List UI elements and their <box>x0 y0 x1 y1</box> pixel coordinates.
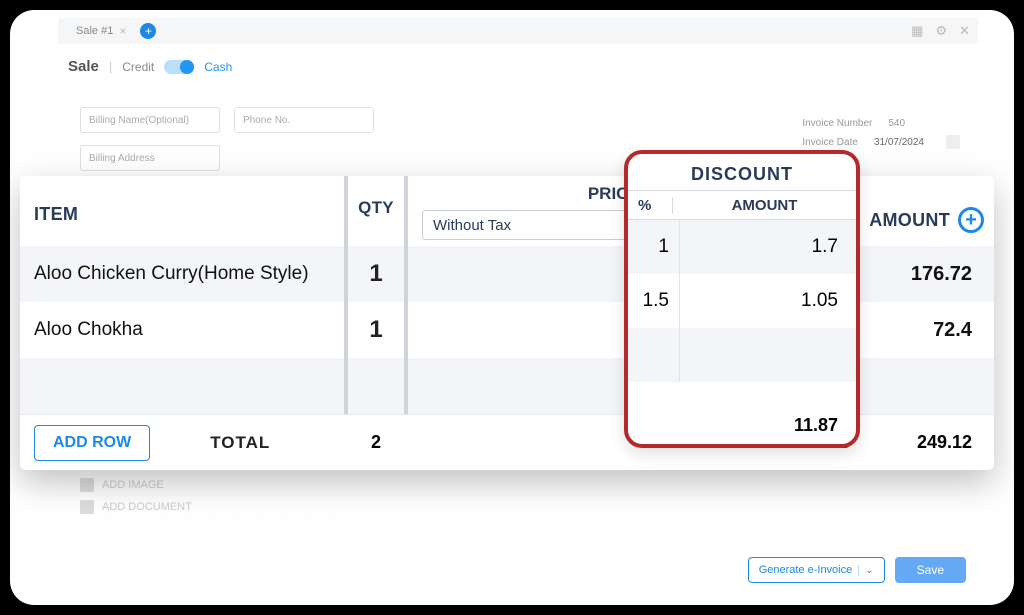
discount-pct[interactable]: 1 <box>628 220 680 274</box>
invoice-number-value[interactable]: 540 <box>888 118 905 129</box>
discount-pct[interactable]: 1.5 <box>628 274 680 328</box>
phone-input[interactable]: Phone No. <box>234 107 374 133</box>
discount-amount-header: AMOUNT <box>672 197 856 214</box>
discount-amount[interactable]: 1.05 <box>680 290 856 312</box>
credit-label: Credit <box>122 60 154 74</box>
invoice-date-label: Invoice Date <box>802 137 858 148</box>
item-qty[interactable] <box>344 358 408 414</box>
item-name: Aloo Chokha <box>20 319 344 341</box>
discount-total: 11.87 <box>794 415 838 436</box>
generate-einvoice-button[interactable]: Generate e-Invoice ⌄ <box>748 557 885 583</box>
discount-title: DISCOUNT <box>628 154 856 190</box>
billing-address-input[interactable]: Billing Address <box>80 145 220 171</box>
add-row-button[interactable]: ADD ROW <box>34 425 150 461</box>
item-amount: 176.72 <box>864 263 994 286</box>
close-tab-icon[interactable]: × <box>119 24 126 38</box>
footer-actions: Generate e-Invoice ⌄ Save <box>748 557 966 583</box>
add-column-button[interactable]: + <box>958 207 984 233</box>
discount-callout: DISCOUNT % AMOUNT 1 1.7 1.5 1.05 11.87 <box>624 150 860 448</box>
sale-tab[interactable]: Sale #1 × <box>70 24 132 38</box>
decorative-dots: · · · · · · · · · · ·· · · · · · · · · ·… <box>110 508 372 572</box>
total-qty: 2 <box>344 432 408 453</box>
item-name: Aloo Chicken Curry(Home Style) <box>20 263 344 285</box>
item-qty[interactable]: 1 <box>344 246 408 302</box>
chevron-down-icon[interactable]: ⌄ <box>858 565 873 576</box>
total-label: TOTAL <box>210 433 270 453</box>
calendar-icon[interactable] <box>946 135 960 149</box>
save-button[interactable]: Save <box>895 557 966 583</box>
tab-label: Sale #1 <box>76 25 113 37</box>
col-amount-header: AMOUNT <box>869 210 950 231</box>
close-window-icon[interactable]: ✕ <box>959 23 970 39</box>
credit-cash-toggle[interactable] <box>164 60 194 74</box>
app-window: Sale #1 × + ▦ ⚙ ✕ Sale | Credit Cash Bil… <box>10 10 1014 605</box>
item-amount: 72.4 <box>864 319 994 342</box>
add-image-button[interactable]: ADD IMAGE <box>80 478 192 492</box>
discount-row[interactable]: 1 1.7 <box>628 220 856 274</box>
discount-row[interactable] <box>628 328 856 382</box>
item-qty[interactable]: 1 <box>344 302 408 358</box>
cash-label: Cash <box>204 60 232 74</box>
invoice-date-value[interactable]: 31/07/2024 <box>874 137 924 148</box>
discount-row[interactable]: 1.5 1.05 <box>628 274 856 328</box>
tab-bar: Sale #1 × + ▦ ⚙ ✕ <box>58 18 978 44</box>
toolbar-icons: ▦ ⚙ ✕ <box>911 23 970 39</box>
add-tab-button[interactable]: + <box>140 23 156 39</box>
discount-pct-header: % <box>628 197 672 214</box>
invoice-number-label: Invoice Number <box>802 118 872 129</box>
billing-name-input[interactable]: Billing Name(Optional) <box>80 107 220 133</box>
calculator-icon[interactable]: ▦ <box>911 23 923 39</box>
settings-icon[interactable]: ⚙ <box>935 23 947 39</box>
discount-amount[interactable]: 1.7 <box>680 236 856 258</box>
image-icon <box>80 478 94 492</box>
tax-select-value: Without Tax <box>433 217 511 234</box>
sale-label: Sale <box>68 58 99 75</box>
document-icon <box>80 500 94 514</box>
total-amount: 249.12 <box>864 432 994 453</box>
sale-header: Sale | Credit Cash <box>68 58 1014 75</box>
col-item-header: ITEM <box>34 204 330 225</box>
col-qty-header: QTY <box>348 198 404 218</box>
discount-pct[interactable] <box>628 328 680 382</box>
